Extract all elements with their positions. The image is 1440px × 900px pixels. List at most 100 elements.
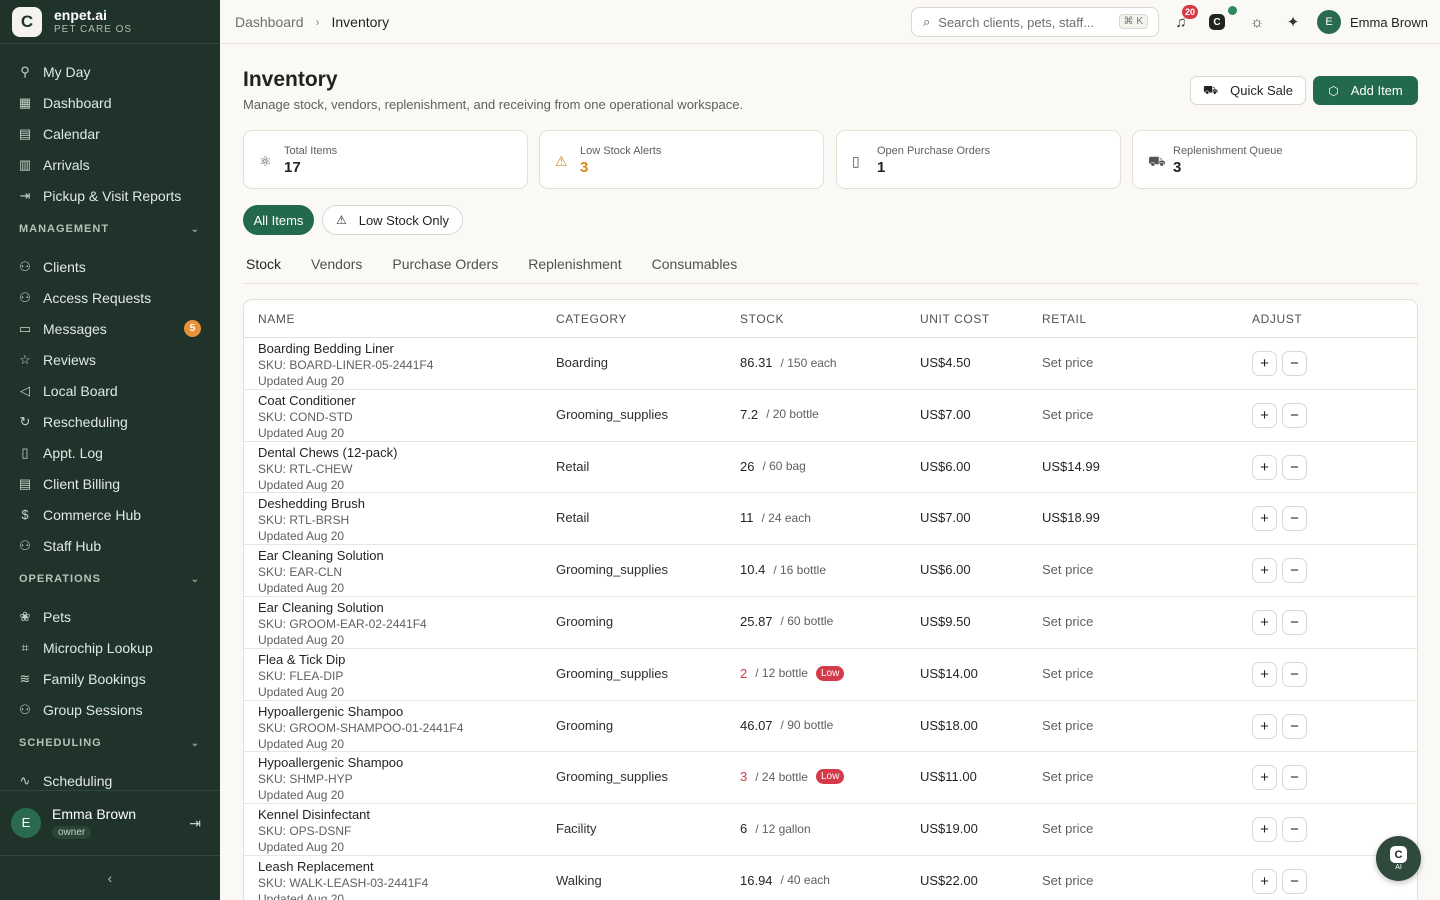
decrease-stock-button[interactable]: −: [1282, 868, 1307, 894]
item-retail[interactable]: Set price: [1042, 562, 1093, 577]
add-item-button[interactable]: ⬡ Add Item: [1313, 76, 1418, 105]
sun-icon[interactable]: ☼: [1247, 12, 1267, 32]
sidebar-item-dashboard[interactable]: ▦ Dashboard: [0, 87, 220, 118]
table-row[interactable]: Leash Replacement SKU: WALK-LEASH-03-2441…: [244, 856, 1417, 900]
table-row[interactable]: Coat Conditioner SKU: COND-STD Updated Aug…: [244, 390, 1417, 442]
tab-vendors[interactable]: Vendors: [308, 247, 377, 280]
user-icon: ⚇: [19, 537, 31, 553]
sidebar-item-arrivals[interactable]: ▥ Arrivals: [0, 149, 220, 180]
sparkle-icon[interactable]: ✦: [1283, 12, 1303, 32]
app-logo-icon: C: [1209, 14, 1225, 30]
online-status-dot: [1228, 6, 1237, 15]
sidebar-item-pets[interactable]: ❀ Pets: [0, 601, 220, 632]
message-icon: ▭: [18, 320, 32, 336]
filter-all-items[interactable]: All Items: [243, 205, 314, 235]
section-operations[interactable]: OPERATIONS ⌄: [0, 563, 220, 595]
sidebar-item-family-bookings[interactable]: ≋ Family Bookings: [0, 663, 220, 694]
increase-stock-button[interactable]: +: [1252, 817, 1277, 843]
sidebar-item-group-sessions[interactable]: ⚇ Group Sessions: [0, 694, 220, 725]
stock-capacity: / 24 bottle: [755, 769, 808, 784]
sidebar-item-pickup-reports[interactable]: ⇥ Pickup & Visit Reports: [0, 180, 220, 211]
sidebar-item-staff-hub[interactable]: ⚇ Staff Hub: [0, 530, 220, 561]
sidebar-user[interactable]: E Emma Brown owner ⇥: [0, 790, 220, 854]
table-row[interactable]: Boarding Bedding Liner SKU: BOARD-LINER-0…: [244, 338, 1417, 390]
item-retail[interactable]: Set price: [1042, 769, 1093, 784]
table-row[interactable]: Dental Chews (12-pack) SKU: RTL-CHEW Updat…: [244, 442, 1417, 494]
increase-stock-button[interactable]: +: [1252, 661, 1277, 687]
filter-low-stock-only[interactable]: ⚠ Low Stock Only: [322, 205, 463, 235]
tab-stock[interactable]: Stock: [243, 247, 296, 280]
collapse-sidebar-button[interactable]: ‹: [0, 855, 220, 900]
item-retail[interactable]: Set price: [1042, 718, 1093, 733]
sidebar-item-local-board[interactable]: ◁ Local Board: [0, 375, 220, 406]
increase-stock-button[interactable]: +: [1252, 765, 1277, 791]
table-row[interactable]: Flea & Tick Dip SKU: FLEA-DIP Updated Aug …: [244, 649, 1417, 701]
decrease-stock-button[interactable]: −: [1282, 506, 1307, 532]
increase-stock-button[interactable]: +: [1252, 454, 1277, 480]
increase-stock-button[interactable]: +: [1252, 402, 1277, 428]
section-scheduling[interactable]: SCHEDULING ⌄: [0, 727, 220, 759]
tab-consumables[interactable]: Consumables: [649, 247, 753, 280]
table-row[interactable]: Ear Cleaning Solution SKU: GROOM-EAR-02-2…: [244, 597, 1417, 649]
sidebar-item-appt-log[interactable]: ▯ Appt. Log: [0, 437, 220, 468]
decrease-stock-button[interactable]: −: [1282, 454, 1307, 480]
column-header-unit-cost[interactable]: UNIT COST: [920, 312, 990, 326]
sidebar-item-microchip-lookup[interactable]: ⌗ Microchip Lookup: [0, 632, 220, 663]
low-stock-badge: Low: [815, 769, 845, 785]
tab-replenishment[interactable]: Replenishment: [525, 247, 636, 280]
table-row[interactable]: Ear Cleaning Solution SKU: EAR-CLN Updated…: [244, 545, 1417, 597]
calendar-icon: ▤: [18, 125, 32, 141]
sidebar-item-commerce-hub[interactable]: $ Commerce Hub: [0, 499, 220, 530]
decrease-stock-button[interactable]: −: [1282, 558, 1307, 584]
decrease-stock-button[interactable]: −: [1282, 609, 1307, 635]
item-retail[interactable]: Set price: [1042, 821, 1093, 836]
ai-assistant-button[interactable]: C AI: [1376, 836, 1421, 881]
table-row[interactable]: Hypoallergenic Shampoo SKU: SHMP-HYP Updat…: [244, 752, 1417, 805]
decrease-stock-button[interactable]: −: [1282, 817, 1307, 843]
item-name-cell: Ear Cleaning Solution SKU: GROOM-EAR-02-2…: [258, 599, 427, 648]
increase-stock-button[interactable]: +: [1252, 558, 1277, 584]
increase-stock-button[interactable]: +: [1252, 609, 1277, 635]
decrease-stock-button[interactable]: −: [1282, 713, 1307, 739]
sidebar-item-rescheduling[interactable]: ↻ Rescheduling: [0, 406, 220, 437]
brand[interactable]: C enpet.ai PET CARE OS: [0, 0, 220, 44]
section-management[interactable]: MANAGEMENT ⌄: [0, 213, 220, 245]
item-retail[interactable]: Set price: [1042, 666, 1093, 681]
column-header-category[interactable]: CATEGORY: [556, 312, 627, 326]
increase-stock-button[interactable]: +: [1252, 506, 1277, 532]
item-retail[interactable]: Set price: [1042, 407, 1093, 422]
item-retail[interactable]: Set price: [1042, 614, 1093, 629]
decrease-stock-button[interactable]: −: [1282, 661, 1307, 687]
sidebar-item-calendar[interactable]: ▤ Calendar: [0, 118, 220, 149]
table-row[interactable]: Deshedding Brush SKU: RTL-BRSH Updated Aug…: [244, 493, 1417, 546]
item-retail[interactable]: Set price: [1042, 355, 1093, 370]
sidebar-item-client-billing[interactable]: ▤ Client Billing: [0, 468, 220, 499]
quick-sale-button[interactable]: ⛟ Quick Sale: [1190, 76, 1306, 105]
user-menu[interactable]: E Emma Brown: [1317, 10, 1428, 34]
column-header-stock[interactable]: STOCK: [740, 312, 784, 326]
increase-stock-button[interactable]: +: [1252, 868, 1277, 894]
search-input[interactable]: ⌕ Search clients, pets, staff... ⌘ K: [911, 7, 1159, 37]
app-logo-button[interactable]: C: [1207, 12, 1227, 32]
sidebar-item-messages[interactable]: ▭ Messages 5: [0, 313, 220, 344]
increase-stock-button[interactable]: +: [1252, 713, 1277, 739]
decrease-stock-button[interactable]: −: [1282, 351, 1307, 376]
user-plus-icon: ⚇: [19, 289, 31, 305]
table-row[interactable]: Kennel Disinfectant SKU: OPS-DSNF Updated …: [244, 804, 1417, 856]
item-retail[interactable]: Set price: [1042, 873, 1093, 888]
logout-icon[interactable]: ⇥: [189, 815, 201, 832]
sidebar-item-my-day[interactable]: ⚲ My Day: [0, 56, 220, 87]
table-row[interactable]: Hypoallergenic Shampoo SKU: GROOM-SHAMPOO…: [244, 701, 1417, 753]
tab-purchase-orders[interactable]: Purchase Orders: [389, 247, 513, 280]
group-icon: ⚇: [19, 701, 31, 717]
sidebar-item-access-requests[interactable]: ⚇ Access Requests: [0, 282, 220, 313]
sidebar-item-reviews[interactable]: ☆ Reviews: [0, 344, 220, 375]
decrease-stock-button[interactable]: −: [1282, 402, 1307, 428]
breadcrumb-dashboard[interactable]: Dashboard: [235, 14, 304, 30]
increase-stock-button[interactable]: +: [1252, 351, 1277, 376]
sidebar-item-clients[interactable]: ⚇ Clients: [0, 251, 220, 282]
column-header-name[interactable]: NAME: [258, 312, 295, 326]
decrease-stock-button[interactable]: −: [1282, 765, 1307, 791]
receipt-icon: ▤: [18, 475, 32, 491]
column-header-retail[interactable]: RETAIL: [1042, 312, 1087, 326]
